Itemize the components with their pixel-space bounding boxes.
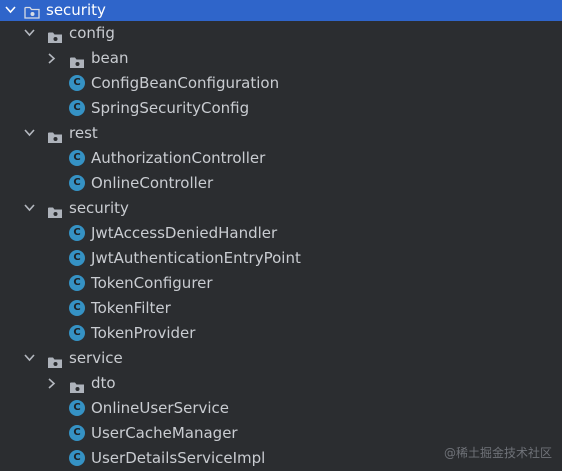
tree-row-label: UserCacheManager [91,424,238,442]
tree-row-bean-package[interactable]: bean [0,46,562,71]
chevron-down-icon[interactable] [3,0,17,21]
tree-row-class[interactable]: C TokenConfigurer [0,271,562,296]
tree-row-dto-package[interactable]: dto [0,371,562,396]
tree-row-label: JwtAuthenticationEntryPoint [91,249,301,267]
tree-row-label: service [69,349,123,367]
tree-row-label: OnlineUserService [91,399,230,417]
java-class-icon: C [69,400,85,416]
chevron-right-icon[interactable] [45,371,59,396]
tree-row-config-package[interactable]: config [0,21,562,46]
tree-row-class[interactable]: C ConfigBeanConfiguration [0,71,562,96]
java-class-icon: C [69,150,85,166]
folder-icon [47,202,63,218]
folder-icon [69,52,85,68]
tree-row-class[interactable]: C JwtAuthenticationEntryPoint [0,246,562,271]
folder-icon [47,27,63,43]
java-class-icon: C [69,250,85,266]
tree-row-class[interactable]: C SpringSecurityConfig [0,96,562,121]
tree-row-class[interactable]: C UserCacheManager [0,421,562,446]
java-class-icon: C [69,100,85,116]
folder-icon [24,4,40,19]
tree-row-label: config [69,24,115,42]
tree-row-rest-package[interactable]: rest [0,121,562,146]
folder-icon [47,352,63,368]
tree-row-label: SpringSecurityConfig [91,99,250,117]
java-class-icon: C [69,225,85,241]
tree-row-class[interactable]: C OnlineController [0,171,562,196]
chevron-down-icon[interactable] [22,346,36,371]
tree-row-label: JwtAccessDeniedHandler [91,224,278,242]
chevron-down-icon[interactable] [22,196,36,221]
project-tree: security config bean C ConfigBeanConfigu… [0,0,562,471]
tree-row-label: ConfigBeanConfiguration [91,74,280,92]
folder-icon [69,377,85,393]
java-class-icon: C [69,450,85,466]
java-class-icon: C [69,325,85,341]
tree-row-label: OnlineController [91,174,214,192]
tree-row-service-package[interactable]: service [0,346,562,371]
chevron-down-icon[interactable] [22,21,36,46]
tree-row-label: AuthorizationController [91,149,266,167]
folder-icon [47,127,63,143]
java-class-icon: C [69,275,85,291]
java-class-icon: C [69,75,85,91]
tree-row-label: UserDetailsServiceImpl [91,449,266,467]
java-class-icon: C [69,175,85,191]
chevron-right-icon[interactable] [45,46,59,71]
tree-row-label: TokenConfigurer [91,274,213,292]
tree-row-security-subpackage[interactable]: security [0,196,562,221]
tree-row-label: TokenFilter [91,299,171,317]
tree-row-label: bean [91,49,129,67]
java-class-icon: C [69,425,85,441]
tree-row-label: rest [69,124,98,142]
tree-row-class[interactable]: C TokenProvider [0,321,562,346]
tree-row-class[interactable]: C AuthorizationController [0,146,562,171]
tree-row-security-package[interactable]: security [0,0,562,21]
tree-row-label: TokenProvider [91,324,196,342]
watermark-text: @稀土掘金技术社区 [443,446,552,460]
tree-row-class[interactable]: C TokenFilter [0,296,562,321]
tree-row-class[interactable]: C OnlineUserService [0,396,562,421]
tree-row-label: security [46,1,106,19]
tree-row-label: security [69,199,129,217]
tree-row-class[interactable]: C JwtAccessDeniedHandler [0,221,562,246]
tree-row-label: dto [91,374,116,392]
chevron-down-icon[interactable] [22,121,36,146]
java-class-icon: C [69,300,85,316]
